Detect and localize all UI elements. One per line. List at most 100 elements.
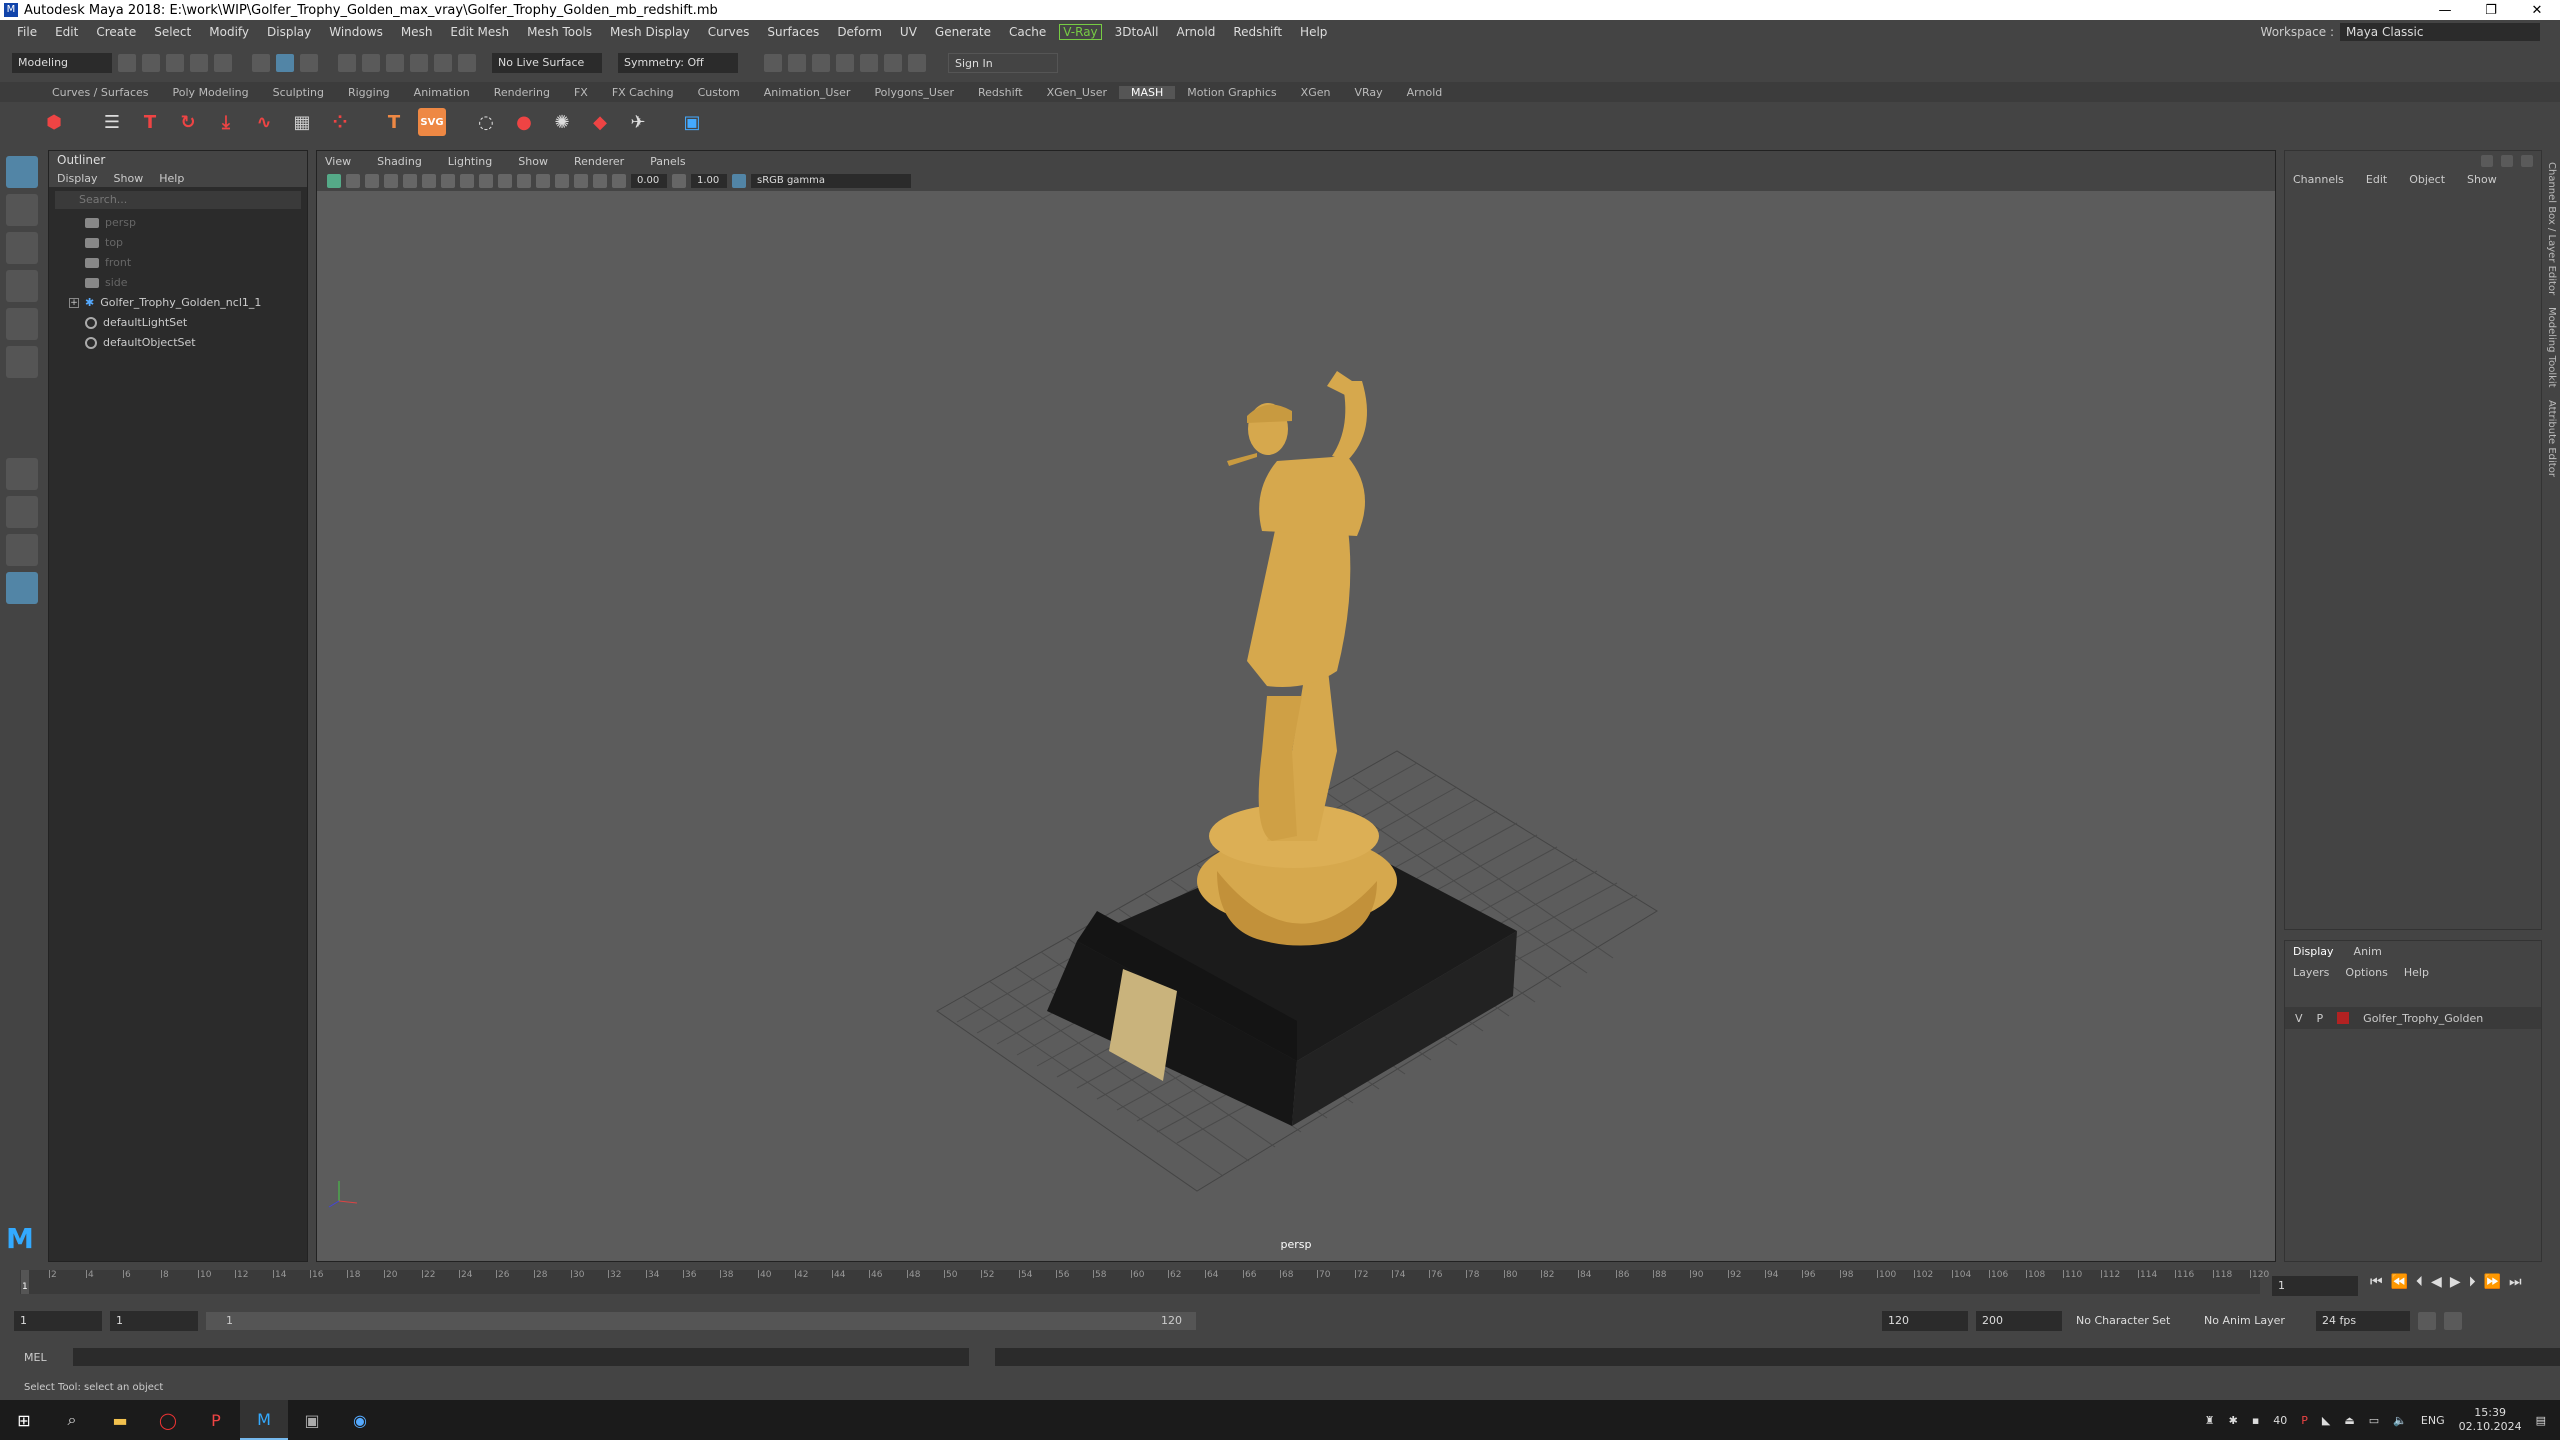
shelf-tab[interactable]: FX Caching (600, 86, 686, 99)
shelf-tab[interactable]: Poly Modeling (161, 86, 261, 99)
go-to-start-icon[interactable]: ⏮ (2370, 1274, 2383, 1290)
side-tab-modeling-toolkit[interactable]: Modeling Toolkit (2546, 307, 2557, 388)
file-explorer-icon[interactable]: ▬ (96, 1400, 144, 1440)
layer-menu-help[interactable]: Help (2404, 966, 2429, 979)
play-back-icon[interactable]: ◀ (2431, 1274, 2442, 1290)
clock[interactable]: 15:39 02.10.2024 (2459, 1406, 2522, 1434)
menu-edit-mesh[interactable]: Edit Mesh (441, 25, 518, 39)
play-forward-icon[interactable]: ▶ (2450, 1274, 2461, 1290)
redo-icon[interactable] (214, 54, 232, 72)
paint-select-icon[interactable] (6, 232, 38, 264)
save-scene-icon[interactable] (166, 54, 184, 72)
side-tab-channel-box[interactable]: Channel Box / Layer Editor (2546, 162, 2557, 295)
menu-uv[interactable]: UV (891, 25, 926, 39)
outliner-menu-display[interactable]: Display (57, 172, 98, 185)
exposure-field[interactable]: 0.00 (631, 174, 667, 188)
resolution-gate-icon[interactable] (441, 174, 455, 188)
menu-modify[interactable]: Modify (200, 25, 258, 39)
shelf-tab[interactable]: Custom (686, 86, 752, 99)
animation-start-field[interactable]: 1 (14, 1311, 102, 1331)
tray-app2-icon[interactable]: ◣ (2322, 1414, 2330, 1427)
menu-file[interactable]: File (8, 25, 46, 39)
close-button[interactable]: ✕ (2514, 3, 2560, 18)
single-perspective-icon[interactable] (6, 458, 38, 490)
outliner-item-top[interactable]: top (49, 233, 307, 253)
viewport-menu-panels[interactable]: Panels (650, 155, 685, 168)
step-forward-icon[interactable]: ⏵ (2469, 1274, 2476, 1290)
exposure-icon[interactable] (612, 174, 626, 188)
tray-p-icon[interactable]: P (2301, 1414, 2308, 1427)
menu-windows[interactable]: Windows (320, 25, 392, 39)
character-set-dropdown[interactable]: No Character Set (2070, 1311, 2190, 1331)
ipr-render-icon[interactable] (836, 54, 854, 72)
tab-anim[interactable]: Anim (2354, 945, 2382, 958)
side-tab-attribute-editor[interactable]: Attribute Editor (2546, 400, 2557, 477)
step-back-key-icon[interactable]: ⏪ (2391, 1274, 2408, 1290)
auto-key-icon[interactable] (2444, 1312, 2462, 1330)
viewport-menu-lighting[interactable]: Lighting (448, 155, 492, 168)
maya-taskbar-icon[interactable]: M (240, 1400, 288, 1440)
new-scene-icon[interactable] (118, 54, 136, 72)
playback-end-field[interactable]: 120 (1882, 1311, 1968, 1331)
menu-mesh[interactable]: Mesh (392, 25, 442, 39)
viewport-menu-view[interactable]: View (325, 155, 351, 168)
svg-tool-icon[interactable]: SVG (418, 108, 446, 136)
menu-3dtoall[interactable]: 3DtoAll (1106, 25, 1168, 39)
blend-icon[interactable]: ◆ (586, 108, 614, 136)
camera-select-icon[interactable] (327, 174, 341, 188)
nvidia-icon[interactable]: ▪ (2252, 1414, 2259, 1427)
menu-vray[interactable]: V-Ray (1059, 24, 1102, 40)
menu-arnold[interactable]: Arnold (1167, 25, 1224, 39)
menu-generate[interactable]: Generate (926, 25, 1000, 39)
mash-text-icon[interactable]: T (136, 108, 164, 136)
film-gate-icon[interactable] (422, 174, 436, 188)
mash-outliner-icon[interactable]: ☰ (98, 108, 126, 136)
xray-icon[interactable] (593, 174, 607, 188)
minimize-button[interactable]: — (2422, 3, 2468, 18)
outliner-item-objectset[interactable]: defaultObjectSet (49, 333, 307, 353)
shelf-tab-active[interactable]: MASH (1119, 85, 1176, 99)
mash-curve-icon[interactable]: ↻ (174, 108, 202, 136)
shelf-tab[interactable]: XGen (1289, 86, 1343, 99)
mash-points-icon[interactable]: ⁘ (326, 108, 354, 136)
channel-menu-show[interactable]: Show (2467, 173, 2497, 186)
shadows-icon[interactable] (536, 174, 550, 188)
shelf-tab[interactable]: Curves / Surfaces (40, 86, 161, 99)
isolate-icon[interactable] (574, 174, 588, 188)
smooth-shade-icon[interactable] (479, 174, 493, 188)
shelf-tab[interactable]: Motion Graphics (1175, 86, 1288, 99)
app-globe-icon[interactable]: ◉ (336, 1400, 384, 1440)
shelf-tab[interactable]: Arnold (1395, 86, 1455, 99)
colorspace-dropdown[interactable]: sRGB gamma (751, 174, 911, 188)
open-scene-icon[interactable] (142, 54, 160, 72)
menu-create[interactable]: Create (87, 25, 145, 39)
symmetry-dropdown[interactable]: Symmetry: Off (618, 53, 738, 73)
bookmark-icon[interactable] (365, 174, 379, 188)
select-object-icon[interactable] (276, 54, 294, 72)
outliner-search[interactable]: Search... (55, 191, 301, 209)
undo-icon[interactable] (190, 54, 208, 72)
layer-menu-layers[interactable]: Layers (2293, 966, 2329, 979)
grid-icon[interactable] (403, 174, 417, 188)
outliner-menu-help[interactable]: Help (159, 172, 184, 185)
float-icon[interactable] (2521, 155, 2533, 167)
mash-wave-icon[interactable]: ∿ (250, 108, 278, 136)
pause-icon[interactable] (908, 54, 926, 72)
menu-curves[interactable]: Curves (699, 25, 759, 39)
shelf-tab[interactable]: Redshift (966, 86, 1035, 99)
type-tool-icon[interactable]: T (380, 108, 408, 136)
lasso-tool-icon[interactable] (6, 194, 38, 226)
channel-menu-edit[interactable]: Edit (2366, 173, 2387, 186)
expand-icon[interactable]: + (69, 298, 79, 308)
menu-edit[interactable]: Edit (46, 25, 87, 39)
snap-point-icon[interactable] (386, 54, 404, 72)
outliner-item-trophy[interactable]: + ✱ Golfer_Trophy_Golden_ncl1_1 (49, 293, 307, 313)
gamma-field[interactable]: 1.00 (691, 174, 727, 188)
maximize-button[interactable]: ❐ (2468, 3, 2514, 18)
fps-dropdown[interactable]: 24 fps (2316, 1311, 2410, 1331)
mash-grid-icon[interactable]: ▦ (288, 108, 316, 136)
image-plane-icon[interactable] (384, 174, 398, 188)
menu-set-dropdown[interactable]: Modeling (12, 53, 112, 73)
outliner-item-front[interactable]: front (49, 253, 307, 273)
snap-curve-icon[interactable] (362, 54, 380, 72)
